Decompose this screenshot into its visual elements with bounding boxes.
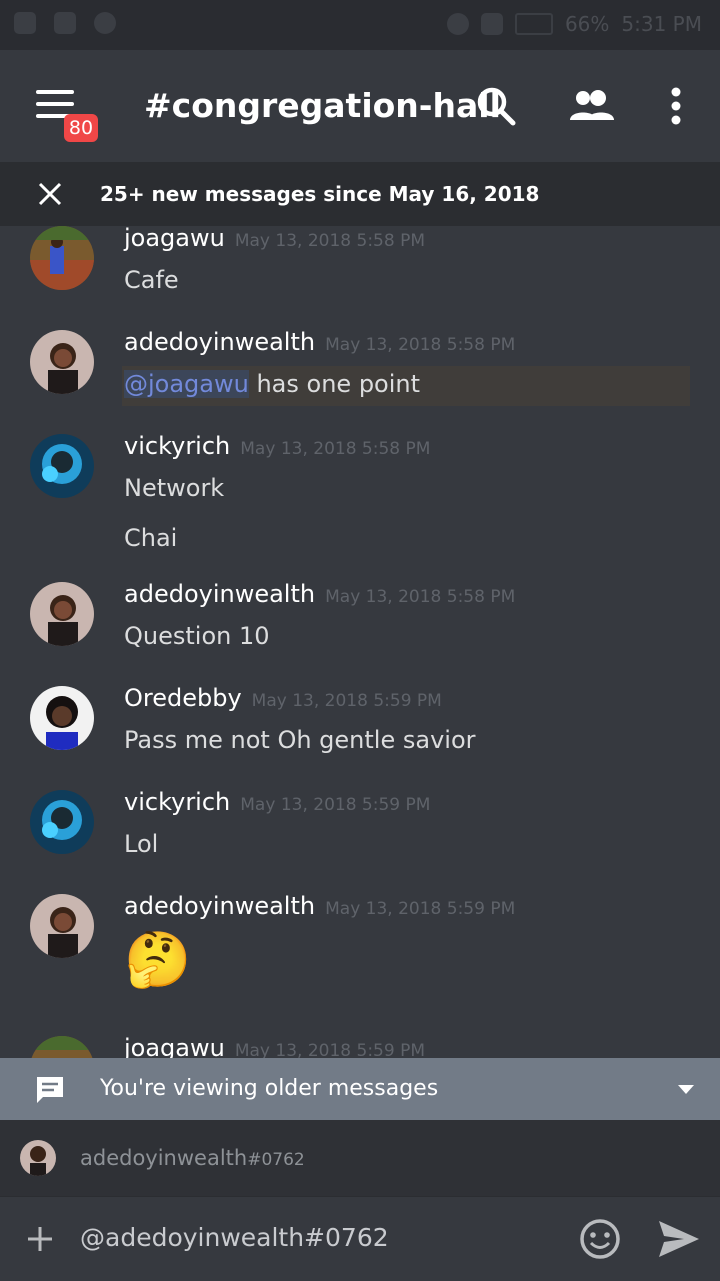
avatar[interactable]: [30, 686, 94, 750]
older-messages-text: You're viewing older messages: [100, 1076, 439, 1101]
send-icon[interactable]: [656, 1217, 702, 1261]
timestamp: May 13, 2018 5:59 PM: [240, 795, 431, 815]
author-name[interactable]: Oredebby: [124, 684, 242, 712]
more-options-icon[interactable]: [654, 84, 698, 128]
add-icon[interactable]: [26, 1225, 54, 1253]
avatar[interactable]: [30, 330, 94, 394]
emoji-picker-icon[interactable]: [578, 1217, 622, 1261]
author-name[interactable]: vickyrich: [124, 788, 230, 816]
message-input[interactable]: @adedoyinwealth#0762: [80, 1223, 389, 1252]
message-list[interactable]: joagawu May 13, 2018 5:58 PM Cafe adedoyi…: [0, 226, 720, 1058]
avatar[interactable]: [30, 582, 94, 646]
timestamp: May 13, 2018 5:59 PM: [251, 691, 442, 711]
message-text: @joagawu has one point: [124, 370, 421, 398]
shield-icon: [14, 12, 36, 34]
hamburger-icon: [36, 90, 74, 94]
timestamp: May 13, 2018 5:59 PM: [325, 899, 516, 919]
avatar[interactable]: [30, 790, 94, 854]
avatar[interactable]: [30, 1036, 94, 1058]
avatar[interactable]: [30, 894, 94, 958]
timestamp: May 13, 2018 5:58 PM: [234, 231, 425, 251]
user-mention[interactable]: @joagawu: [124, 370, 249, 398]
search-icon[interactable]: [474, 84, 518, 128]
signal-icon: [480, 13, 503, 35]
author-name[interactable]: joagawu: [124, 1034, 225, 1058]
message-text: Cafe: [124, 266, 179, 294]
message-composer: @adedoyinwealth#0762: [0, 1196, 720, 1281]
banner-text: 25+ new messages since May 16, 2018: [100, 182, 540, 206]
timestamp: May 13, 2018 5:58 PM: [325, 587, 516, 607]
message-text: Lol: [124, 830, 159, 858]
avatar: [20, 1140, 56, 1176]
message-text: Question 10: [124, 622, 270, 650]
alarm-icon: [446, 13, 469, 35]
close-icon[interactable]: [36, 180, 64, 208]
clock: 5:31 PM: [621, 12, 702, 36]
message-text: Pass me not Oh gentle savior: [124, 726, 476, 754]
channel-header: 80 #congregation-hall: [0, 50, 720, 162]
message-text: Network: [124, 474, 225, 502]
avatar[interactable]: [30, 434, 94, 498]
timestamp: May 13, 2018 5:59 PM: [234, 1041, 425, 1058]
mention-suggestion[interactable]: adedoyinwealth#0762: [0, 1120, 720, 1196]
new-messages-banner[interactable]: 25+ new messages since May 16, 2018: [0, 162, 720, 226]
author-name[interactable]: adedoyinwealth: [124, 892, 315, 920]
members-icon[interactable]: [568, 84, 616, 128]
emoji-message: 🤔: [124, 928, 192, 991]
caret-down-icon[interactable]: [676, 1082, 696, 1096]
timestamp: May 13, 2018 5:58 PM: [325, 335, 516, 355]
unread-badge: 80: [64, 114, 98, 142]
chat-icon: [37, 1077, 63, 1103]
avatar[interactable]: [30, 226, 94, 290]
suggestion-name: adedoyinwealth: [80, 1146, 248, 1170]
whatsapp-icon: [94, 12, 116, 34]
author-name[interactable]: adedoyinwealth: [124, 580, 315, 608]
author-name[interactable]: vickyrich: [124, 432, 230, 460]
message-text: Chai: [124, 524, 178, 552]
status-bar: 66% 5:31 PM: [0, 0, 720, 50]
suggestion-tag: #0762: [247, 1150, 305, 1170]
image-icon: [54, 12, 76, 34]
battery-icon: [514, 13, 553, 35]
author-name[interactable]: joagawu: [124, 226, 225, 252]
channel-title: #congregation-hall: [144, 86, 501, 125]
timestamp: May 13, 2018 5:58 PM: [240, 439, 431, 459]
battery-level: 66%: [564, 12, 610, 36]
older-messages-bar[interactable]: You're viewing older messages: [0, 1058, 720, 1120]
author-name[interactable]: adedoyinwealth: [124, 328, 315, 356]
